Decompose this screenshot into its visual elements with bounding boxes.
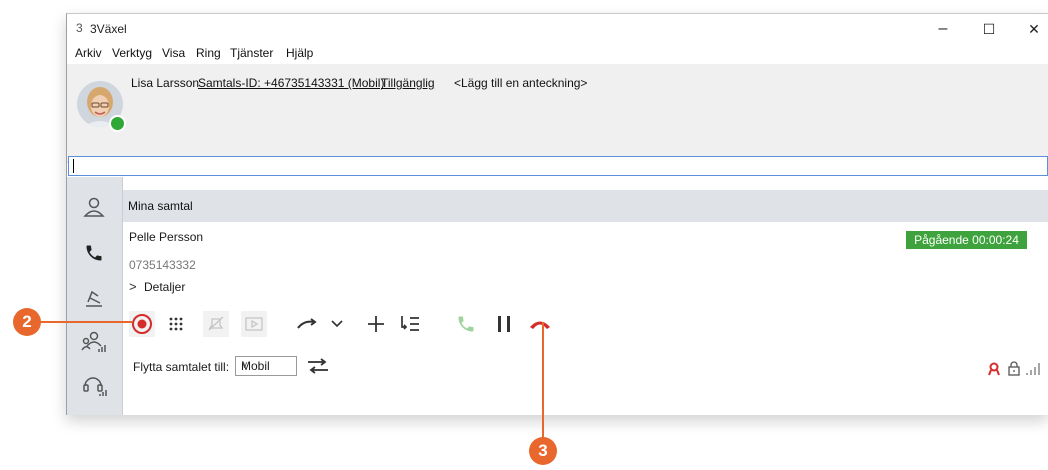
contacts-icon[interactable] — [79, 192, 109, 222]
presence-indicator — [109, 115, 126, 132]
hangup-button[interactable] — [527, 311, 553, 337]
profile-name: Lisa Larsson — [131, 76, 200, 90]
menu-item-tjanster[interactable]: Tjänster — [230, 46, 273, 60]
callout-line-hangup — [542, 322, 544, 438]
app-logo-icon: 3 — [76, 21, 83, 35]
hold-button[interactable] — [491, 311, 517, 337]
profile-panel: Lisa Larsson Samtals-ID: +46735143331 (M… — [67, 64, 1048, 163]
status-link[interactable]: Tillgänglig — [381, 76, 435, 90]
video-button[interactable] — [241, 311, 267, 337]
close-button[interactable]: ✕ — [1014, 18, 1048, 40]
calls-header: Mina samtal — [123, 190, 1048, 222]
groups-icon[interactable] — [79, 327, 109, 357]
move-call-label: Flytta samtalet till: — [133, 360, 230, 374]
app-window: 3 3Växel – ☐ ✕ Arkiv Verktyg Visa Ring T… — [66, 13, 1048, 415]
menu-item-visa[interactable]: Visa — [162, 46, 185, 60]
keypad-button[interactable] — [163, 311, 189, 337]
phone-icon[interactable] — [79, 238, 109, 268]
search-input[interactable] — [68, 156, 1048, 176]
status-badge: Pågående 00:00:24 — [906, 231, 1027, 249]
swap-icon[interactable] — [305, 354, 331, 378]
minimize-button[interactable]: – — [923, 18, 963, 40]
chevron-right-icon[interactable]: > — [129, 279, 137, 294]
menu-item-verktyg[interactable]: Verktyg — [112, 46, 152, 60]
add-call-button[interactable] — [363, 311, 389, 337]
record-button[interactable] — [129, 311, 155, 337]
menu-bar: Arkiv Verktyg Visa Ring Tjänster Hjälp — [67, 44, 1048, 64]
details-toggle[interactable]: Detaljer — [144, 280, 185, 294]
signal-strength-icon — [1025, 362, 1043, 378]
switchboard-icon[interactable] — [79, 283, 109, 313]
section-title: Mina samtal — [128, 199, 193, 213]
menu-item-hjalp[interactable]: Hjälp — [286, 46, 313, 60]
caller-name: Pelle Persson — [129, 230, 204, 244]
headset-icon[interactable] — [79, 370, 109, 400]
callout-badge-record: 2 — [13, 308, 41, 336]
text-caret — [73, 159, 74, 173]
transfer-icon[interactable] — [295, 311, 321, 337]
answer-button[interactable] — [453, 311, 479, 337]
mute-button[interactable] — [203, 311, 229, 337]
callout-badge-hangup: 3 — [529, 437, 557, 465]
callout-line-record — [40, 321, 132, 323]
chevron-down-icon[interactable] — [329, 311, 345, 337]
side-navigation — [67, 177, 123, 415]
ribbon-icon — [987, 362, 1003, 378]
chevron-down-icon: ∨ — [241, 360, 249, 371]
call-list-button[interactable] — [397, 311, 423, 337]
caller-id-link[interactable]: Samtals-ID: +46735143331 (Mobil) — [198, 76, 384, 90]
menu-item-arkiv[interactable]: Arkiv — [75, 46, 102, 60]
menu-item-ring[interactable]: Ring — [196, 46, 221, 60]
move-call-select[interactable]: Mobil ∨ — [235, 356, 297, 376]
caller-number: 0735143332 — [129, 258, 196, 272]
title-bar: 3 3Växel – ☐ ✕ — [67, 14, 1048, 44]
window-title: 3Växel — [90, 22, 127, 36]
add-note-field[interactable]: <Lägg till en anteckning> — [454, 76, 587, 90]
maximize-button[interactable]: ☐ — [969, 18, 1009, 40]
lock-icon — [1007, 361, 1023, 377]
